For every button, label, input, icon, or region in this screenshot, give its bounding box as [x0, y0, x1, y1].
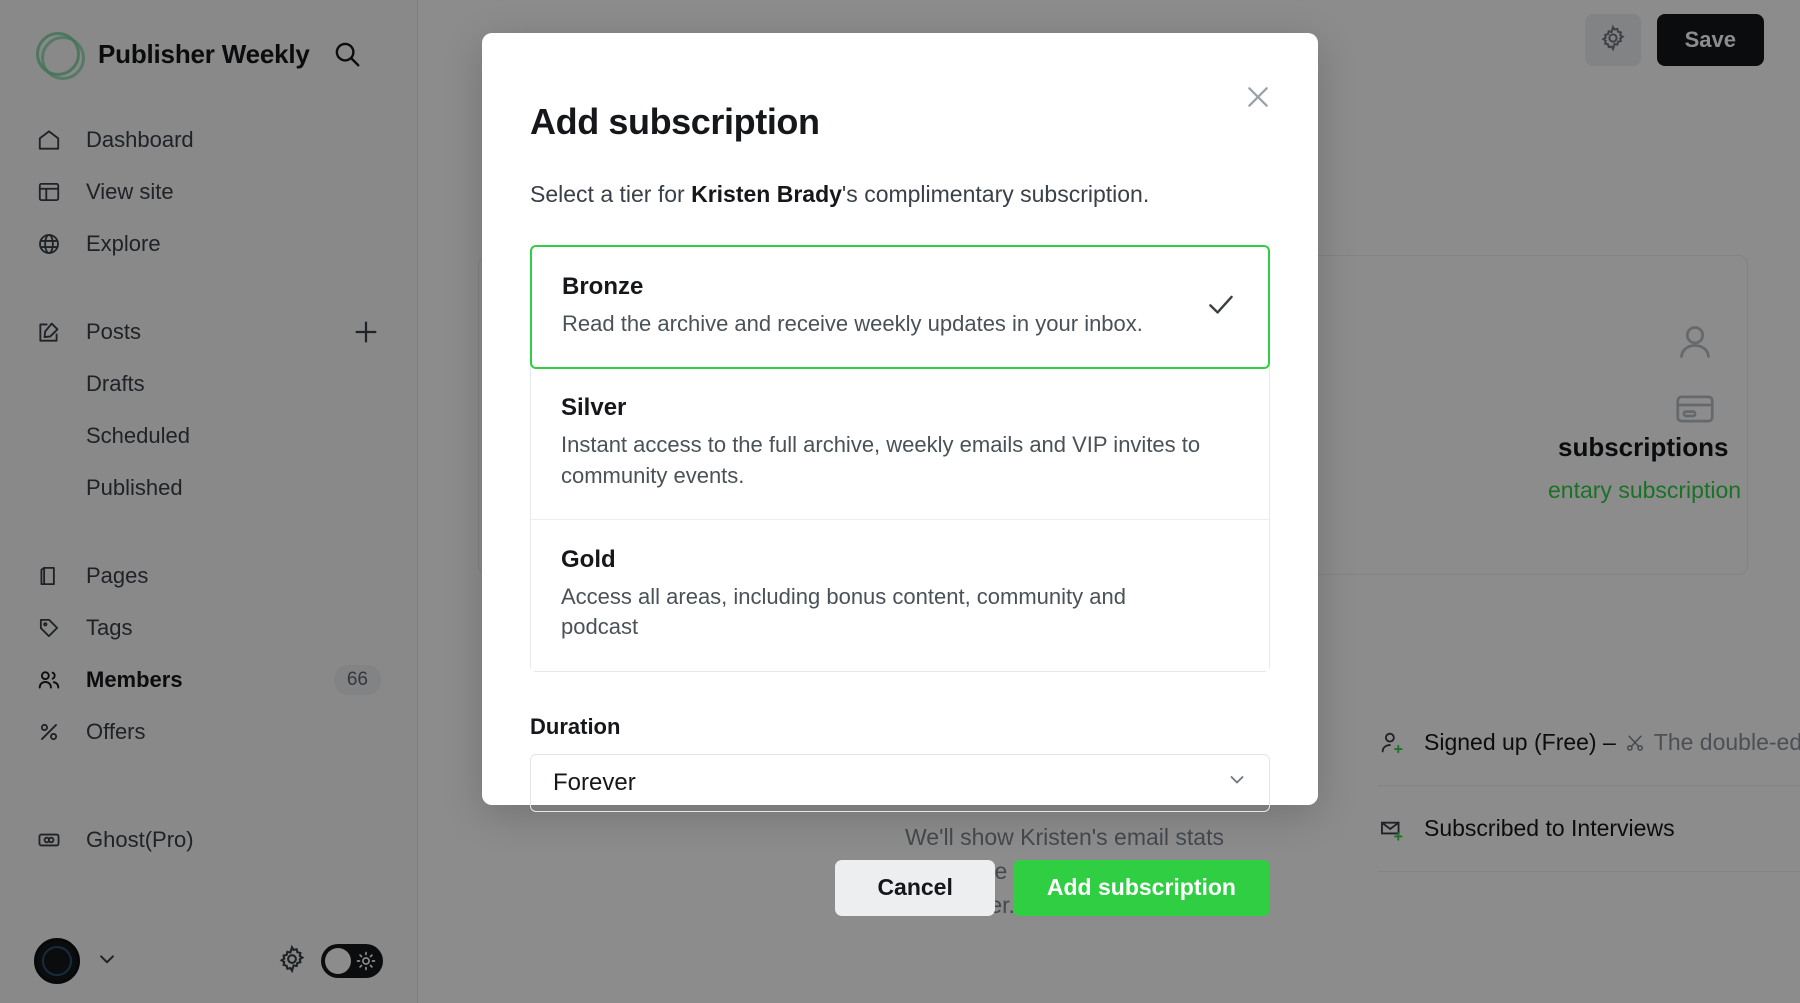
description-prefix: Select a tier for: [530, 181, 692, 207]
tier-name: Bronze: [562, 273, 644, 300]
add-subscription-modal: Add subscription Select a tier for Krist…: [482, 33, 1318, 916]
modal-title: Add subscription: [530, 101, 820, 142]
tier-description: Access all areas, including bonus conten…: [561, 584, 1126, 640]
close-icon[interactable]: [1238, 77, 1278, 117]
member-name: Kristen Brady: [691, 181, 842, 207]
tier-list: Bronze Read the archive and receive week…: [530, 245, 1270, 672]
add-subscription-button[interactable]: Add subscription: [1012, 859, 1270, 916]
cancel-button[interactable]: Cancel: [835, 859, 995, 916]
modal-description: Select a tier for Kristen Brady's compli…: [530, 181, 1270, 208]
modal-actions: Cancel Add subscription: [530, 859, 1270, 916]
tier-option-silver[interactable]: Silver Instant access to the full archiv…: [531, 368, 1269, 521]
duration-label: Duration: [530, 713, 621, 739]
duration-value: Forever: [553, 768, 636, 796]
tier-option-bronze[interactable]: Bronze Read the archive and receive week…: [530, 245, 1270, 370]
tier-name: Gold: [561, 546, 616, 574]
tier-description: Instant access to the full archive, week…: [561, 432, 1201, 488]
description-suffix: 's complimentary subscription.: [841, 181, 1150, 207]
chevron-down-icon: [1225, 767, 1249, 798]
check-icon: [1204, 288, 1238, 327]
tier-option-gold[interactable]: Gold Access all areas, including bonus c…: [531, 520, 1269, 671]
tier-name: Silver: [561, 394, 627, 422]
screen: Publisher Weekly Dashboard View site Exp…: [0, 0, 1800, 1003]
duration-select[interactable]: Forever: [530, 753, 1270, 812]
tier-description: Read the archive and receive weekly upda…: [562, 311, 1143, 336]
